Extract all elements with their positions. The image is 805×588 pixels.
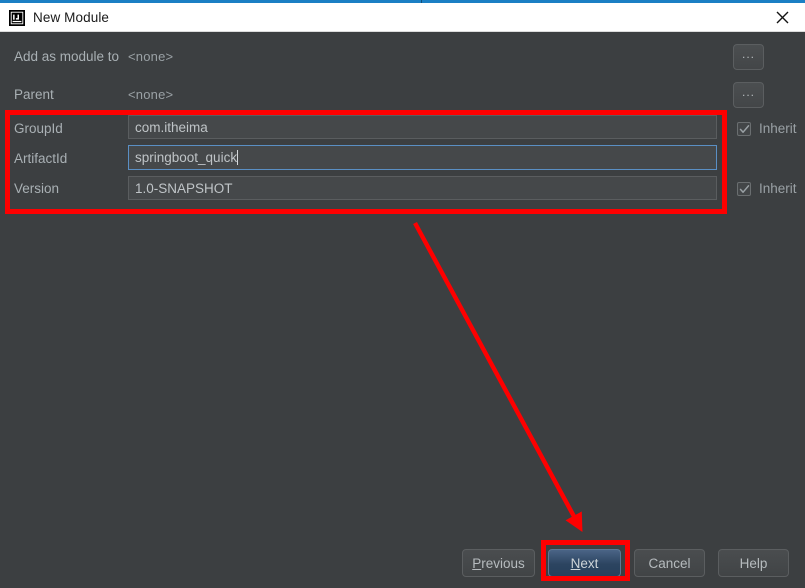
ellipsis-icon: ...	[741, 47, 755, 61]
inherit-checkbox-groupid[interactable]: Inherit	[737, 121, 797, 136]
checkbox-checked-icon	[737, 181, 751, 196]
next-rest: ext	[580, 555, 599, 571]
cancel-button[interactable]: Cancel	[634, 549, 705, 577]
label-groupid: GroupId	[14, 121, 63, 136]
dialog-content: Add as module to <none> ... Parent <none…	[0, 33, 805, 588]
title-bar: New Module	[0, 3, 805, 32]
groupid-input[interactable]: com.itheima	[128, 115, 717, 139]
inherit-label-version: Inherit	[759, 181, 797, 196]
next-button[interactable]: Next	[548, 549, 621, 577]
browse-button-add-as-module-to[interactable]: ...	[733, 44, 764, 70]
version-input[interactable]: 1.0-SNAPSHOT	[128, 176, 717, 200]
window-title: New Module	[33, 10, 110, 25]
help-button-label: Help	[739, 555, 768, 571]
label-version: Version	[14, 181, 60, 196]
groupid-input-value: com.itheima	[135, 119, 208, 135]
help-button[interactable]: Help	[718, 549, 789, 577]
value-parent: <none>	[128, 87, 174, 102]
cancel-button-label: Cancel	[648, 555, 691, 571]
next-button-label: Next	[571, 556, 599, 571]
version-input-value: 1.0-SNAPSHOT	[135, 180, 233, 196]
label-artifactid: ArtifactId	[14, 151, 68, 166]
intellij-idea-logo-icon	[9, 10, 25, 26]
inherit-label-groupid: Inherit	[759, 121, 797, 136]
previous-button[interactable]: Previous	[462, 549, 535, 577]
previous-mnemonic: P	[472, 555, 482, 571]
label-add-as-module-to: Add as module to	[14, 49, 120, 64]
label-parent: Parent	[14, 87, 54, 102]
text-caret	[237, 150, 239, 165]
new-module-dialog: New Module Add as module to <none> ... P…	[0, 0, 805, 588]
checkbox-checked-icon	[737, 121, 751, 136]
previous-rest: revious	[481, 555, 525, 571]
close-icon[interactable]	[759, 3, 805, 31]
previous-button-label: Previous	[472, 556, 525, 571]
artifactid-input-value: springboot_quick	[135, 150, 238, 165]
ellipsis-icon: ...	[741, 85, 755, 99]
artifactid-input[interactable]: springboot_quick	[128, 145, 717, 170]
value-add-as-module-to: <none>	[128, 49, 174, 64]
next-mnemonic: N	[570, 555, 581, 571]
inherit-checkbox-version[interactable]: Inherit	[737, 181, 797, 196]
browse-button-parent[interactable]: ...	[733, 82, 764, 108]
